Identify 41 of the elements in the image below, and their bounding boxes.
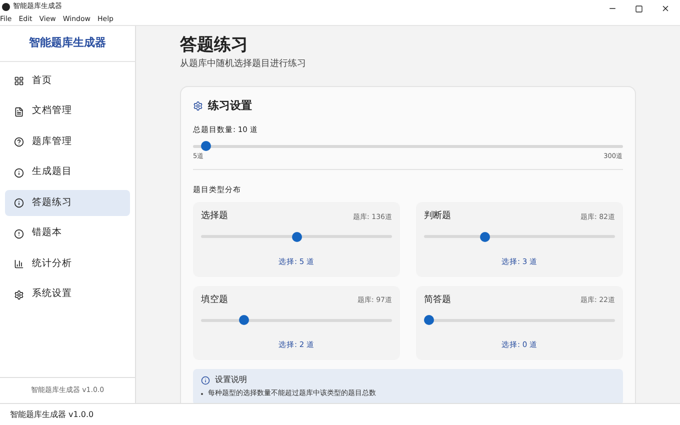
nav-item[interactable]: 系统设置	[5, 282, 130, 308]
nav-item[interactable]: 首页	[5, 68, 130, 94]
slider-thumb[interactable]	[201, 141, 212, 152]
question-type-name: 判断题	[424, 210, 451, 224]
type-count-slider[interactable]	[201, 232, 392, 242]
info-circle-icon	[14, 168, 24, 178]
type-count-slider[interactable]	[201, 315, 392, 326]
status-text: 智能题库生成器 v1.0.0	[10, 408, 94, 420]
page-subtitle: 从题库中随机选择题目进行练习	[180, 58, 307, 71]
info-circle-icon	[14, 198, 24, 208]
nav-item[interactable]: 生成题目	[5, 160, 130, 186]
slider-thumb[interactable]	[292, 232, 302, 242]
nav-item[interactable]: 文档管理	[5, 98, 130, 124]
grid-icon	[14, 76, 24, 86]
slider-thumb[interactable]	[480, 232, 490, 242]
type-count-slider[interactable]	[424, 315, 615, 326]
nav-item[interactable]: 错题本	[5, 220, 130, 246]
app-logo-icon	[2, 2, 10, 10]
settings-icon	[193, 100, 203, 111]
slider-thumb[interactable]	[239, 315, 249, 326]
total-count-slider[interactable]	[193, 141, 623, 152]
slider-thumb[interactable]	[424, 315, 434, 326]
page-title: 答题练习	[180, 34, 249, 57]
document-icon	[14, 106, 24, 116]
info-title: 设置说明	[215, 374, 247, 386]
nav-item[interactable]: 题库管理	[5, 129, 130, 155]
alert-circle-icon	[14, 228, 24, 238]
card-title: 练习设置	[208, 98, 252, 114]
settings-icon	[14, 290, 24, 300]
bar-chart-icon	[14, 259, 24, 269]
question-type-name: 填空题	[201, 294, 228, 307]
maximize-icon[interactable]	[635, 4, 643, 12]
question-type-name: 简答题	[424, 294, 451, 307]
nav-item[interactable]: 答题练习	[5, 190, 130, 216]
type-count-slider[interactable]	[424, 232, 615, 242]
question-circle-icon	[14, 137, 24, 147]
close-icon[interactable]	[661, 4, 670, 13]
nav-item[interactable]: 统计分析	[5, 251, 130, 277]
sidebar-title: 智能题库生成器	[29, 35, 106, 52]
question-type-name: 选择题	[201, 210, 228, 224]
info-icon	[201, 376, 210, 385]
